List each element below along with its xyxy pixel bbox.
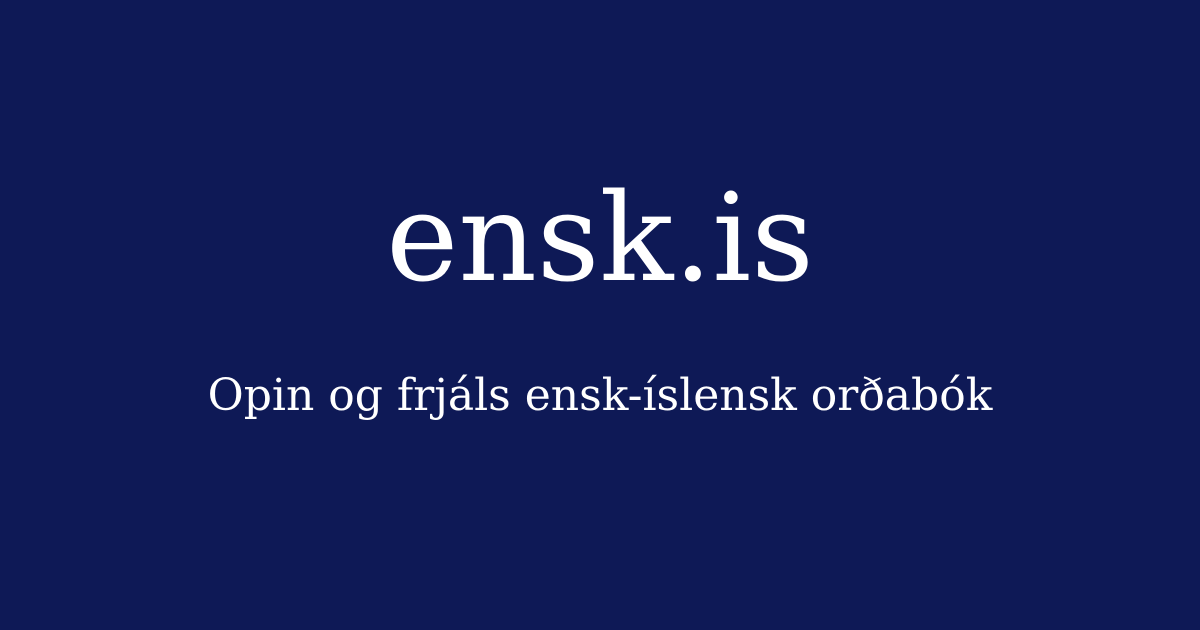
social-card: ensk.is Opin og frjáls ensk-íslensk orða… <box>0 0 1200 630</box>
site-tagline: Opin og frjáls ensk-íslensk orðabók <box>207 370 993 421</box>
site-title: ensk.is <box>386 167 814 309</box>
